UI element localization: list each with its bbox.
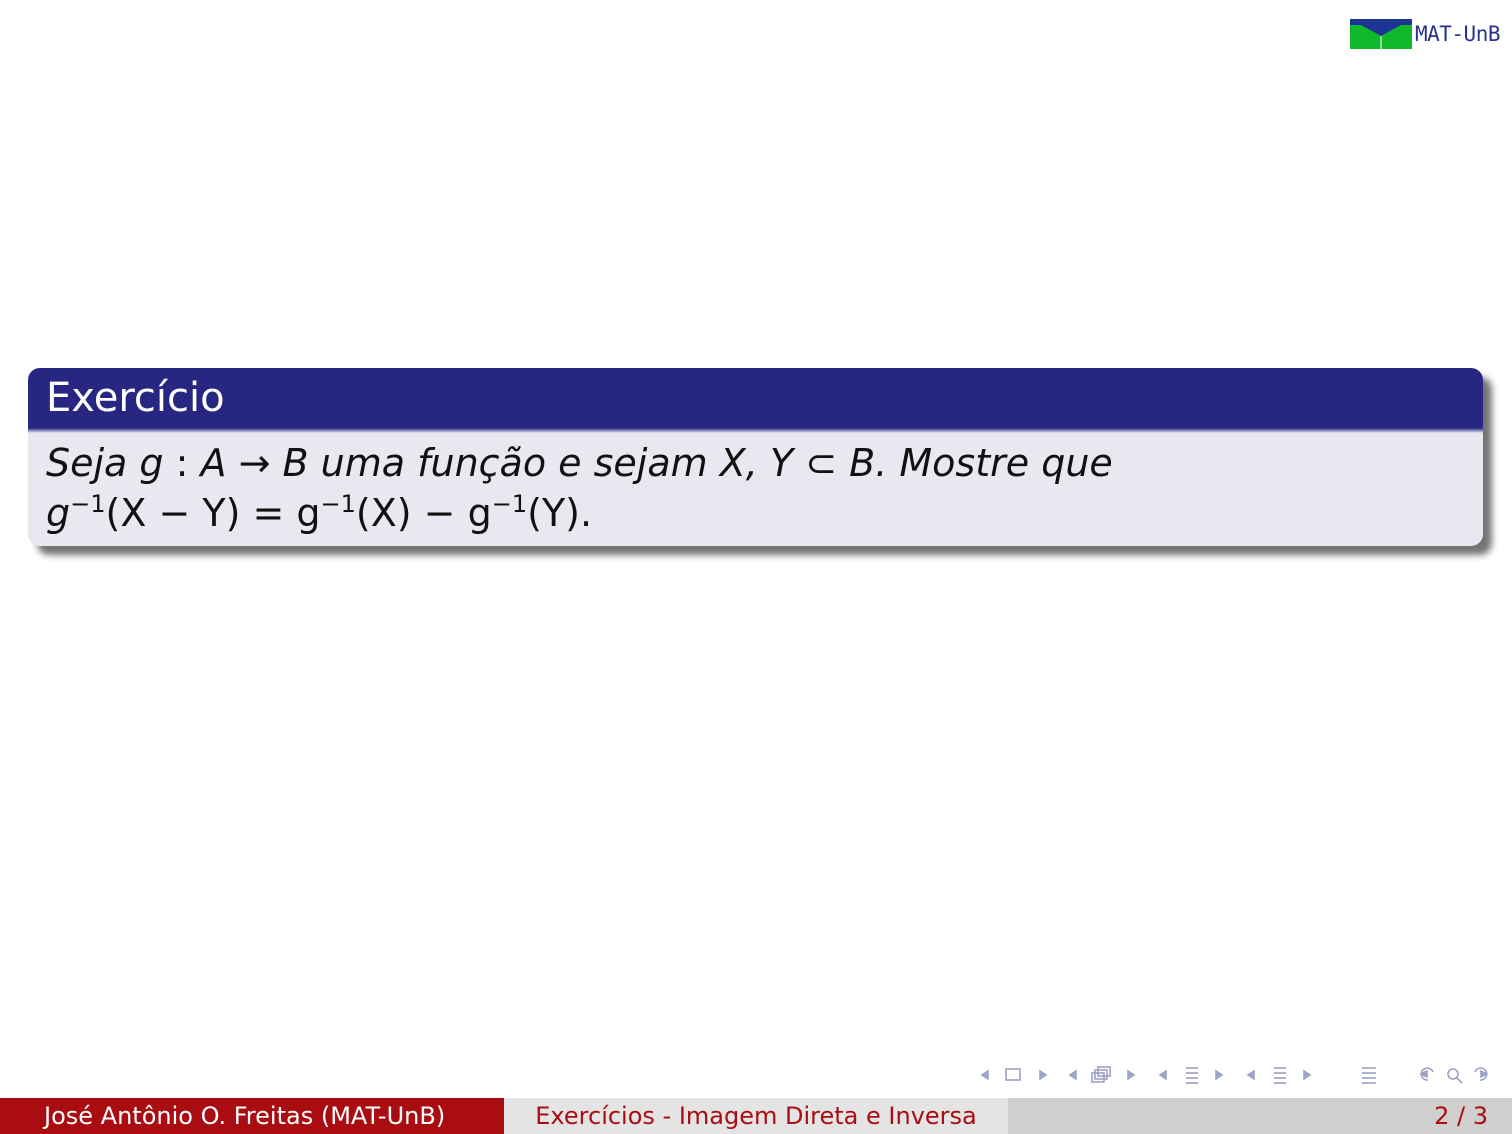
statement-colon: : [163, 441, 201, 485]
section-prev-icon[interactable] [1158, 1069, 1167, 1081]
subsection-next-icon[interactable] [1127, 1069, 1136, 1081]
section-icon[interactable] [1186, 1067, 1198, 1084]
back-icon[interactable] [1419, 1067, 1434, 1081]
formula-arg3: (Y). [527, 491, 593, 535]
footer-title: Exercícios - Imagem Direta e Inversa [504, 1098, 1008, 1134]
formula-exp1: −1 [70, 490, 106, 518]
section-next-icon[interactable] [1215, 1069, 1224, 1081]
block-body: Seja g : A → B uma função e sejam X, Y ⊂… [28, 428, 1483, 546]
block-title: Exercício [28, 368, 1483, 433]
subsection-icon[interactable] [1091, 1066, 1111, 1083]
frame-next-icon[interactable] [1039, 1069, 1048, 1081]
statement-end: Mostre que [887, 441, 1113, 485]
statement-line-2: g−1(X − Y) = g−1(X) − g−1(Y). [46, 488, 1465, 538]
formula-exp2: −1 [320, 490, 356, 518]
footer-author: José Antônio O. Freitas (MAT-UnB) [0, 1098, 504, 1134]
presentation-icon[interactable] [1274, 1067, 1286, 1084]
formula-arg1: (X − Y) = g [105, 491, 321, 535]
forward-icon[interactable] [1474, 1067, 1489, 1081]
unb-flag-icon [1349, 19, 1412, 49]
subsection-prev-icon[interactable] [1068, 1069, 1077, 1081]
formula-arg2: (X) − g [355, 491, 492, 535]
document-icon[interactable] [1362, 1067, 1376, 1084]
statement-sets: X, Y ⊂ B. [719, 441, 888, 485]
frame-prev-icon[interactable] [980, 1069, 989, 1081]
beamer-navigation [978, 1062, 1500, 1088]
statement-line-1: Seja g : A → B uma função e sejam X, Y ⊂… [46, 438, 1465, 488]
exercise-block: Exercício Seja g : A → B uma função e se… [28, 368, 1483, 546]
statement-mapping: A → B [200, 441, 309, 485]
statement-middle: uma função e sejam [308, 441, 720, 485]
footer: José Antônio O. Freitas (MAT-UnB) Exercí… [0, 1098, 1512, 1134]
formula-g1: g [46, 491, 71, 535]
presentation-prev-icon[interactable] [1246, 1069, 1255, 1081]
frame-icon[interactable] [1005, 1068, 1021, 1081]
logo-text: MAT-UnB [1414, 22, 1501, 46]
presentation-next-icon[interactable] [1303, 1069, 1312, 1081]
formula-exp3: −1 [491, 490, 528, 518]
statement-intro: Seja g [46, 441, 164, 485]
logo: MAT-UnB [1349, 18, 1501, 50]
navigation-symbols [980, 1066, 1489, 1084]
search-icon[interactable] [1447, 1068, 1463, 1084]
footer-page-number: 2 / 3 [1008, 1098, 1512, 1134]
